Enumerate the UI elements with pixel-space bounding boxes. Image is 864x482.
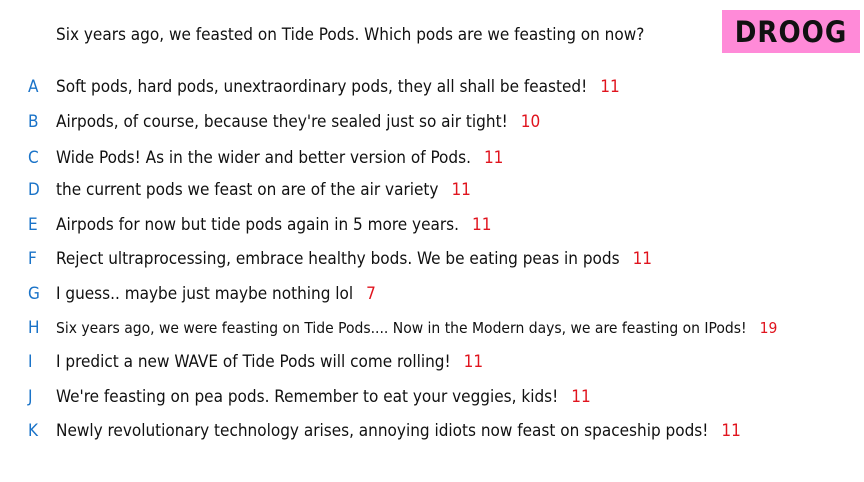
answer-body: Wide Pods! As in the wider and better ve… xyxy=(56,148,471,168)
answer-row-c: C Wide Pods! As in the wider and better … xyxy=(0,144,864,172)
answer-letter: J xyxy=(28,387,33,407)
answer-count: 11 xyxy=(463,352,484,372)
answer-body: I predict a new WAVE of Tide Pods will c… xyxy=(56,352,451,372)
answer-row-b: B Airpods, of course, because they're se… xyxy=(0,108,864,136)
answer-text: I predict a new WAVE of Tide Pods will c… xyxy=(56,348,483,376)
answer-body: Newly revolutionary technology arises, a… xyxy=(56,421,709,441)
answer-letter: A xyxy=(28,77,39,97)
answer-row-e: E Airpods for now but tide pods again in… xyxy=(0,211,864,239)
answer-row-f: F Reject ultraprocessing, embrace health… xyxy=(0,245,864,273)
answer-letter: F xyxy=(28,249,37,269)
answer-text: the current pods we feast on are of the … xyxy=(56,176,471,204)
answer-row-d: D the current pods we feast on are of th… xyxy=(0,176,864,204)
answer-list: A Soft pods, hard pods, unextraordinary … xyxy=(0,0,864,482)
answer-letter: C xyxy=(28,148,39,168)
answer-letter: D xyxy=(28,180,40,200)
answer-text: Wide Pods! As in the wider and better ve… xyxy=(56,144,503,172)
answer-text: Reject ultraprocessing, embrace healthy … xyxy=(56,245,652,273)
answer-body: Reject ultraprocessing, embrace healthy … xyxy=(56,249,620,269)
answer-letter: G xyxy=(28,284,40,304)
answer-count: 7 xyxy=(366,284,376,304)
answer-text: Airpods, of course, because they're seal… xyxy=(56,108,540,136)
answer-letter: H xyxy=(28,318,40,338)
answer-count: 11 xyxy=(632,249,653,269)
answer-body: I guess.. maybe just maybe nothing lol xyxy=(56,284,354,304)
answer-body: Airpods, of course, because they're seal… xyxy=(56,112,508,132)
answer-row-j: J We're feasting on pea pods. Remember t… xyxy=(0,383,864,411)
answer-text: Six years ago, we were feasting on Tide … xyxy=(56,314,777,342)
answer-letter: I xyxy=(28,352,33,372)
answer-row-k: K Newly revolutionary technology arises,… xyxy=(0,417,864,445)
answer-letter: B xyxy=(28,112,39,132)
answer-text: I guess.. maybe just maybe nothing lol 7 xyxy=(56,280,376,308)
answer-letter: E xyxy=(28,215,38,235)
answer-count: 11 xyxy=(451,180,471,200)
answer-count: 11 xyxy=(721,421,741,441)
answer-body: Soft pods, hard pods, unextraordinary po… xyxy=(56,77,588,97)
answer-text: Soft pods, hard pods, unextraordinary po… xyxy=(56,73,620,101)
answer-count: 10 xyxy=(520,112,541,132)
answer-row-i: I I predict a new WAVE of Tide Pods will… xyxy=(0,348,864,376)
answer-body: Airpods for now but tide pods again in 5… xyxy=(56,215,459,235)
answer-count: 11 xyxy=(571,387,591,407)
answer-count: 11 xyxy=(483,148,504,168)
answer-text: We're feasting on pea pods. Remember to … xyxy=(56,383,591,411)
answer-letter: K xyxy=(28,421,39,441)
answer-body: Six years ago, we were feasting on Tide … xyxy=(56,319,747,337)
answer-body: We're feasting on pea pods. Remember to … xyxy=(56,387,559,407)
answer-text: Newly revolutionary technology arises, a… xyxy=(56,417,741,445)
answer-count: 11 xyxy=(472,215,492,235)
answer-count: 11 xyxy=(600,77,620,97)
answer-count: 19 xyxy=(759,319,778,337)
answer-row-a: A Soft pods, hard pods, unextraordinary … xyxy=(0,73,864,101)
answer-body: the current pods we feast on are of the … xyxy=(56,180,439,200)
answer-text: Airpods for now but tide pods again in 5… xyxy=(56,211,491,239)
answer-row-g: G I guess.. maybe just maybe nothing lol… xyxy=(0,280,864,308)
answer-row-h: H Six years ago, we were feasting on Tid… xyxy=(0,314,864,342)
